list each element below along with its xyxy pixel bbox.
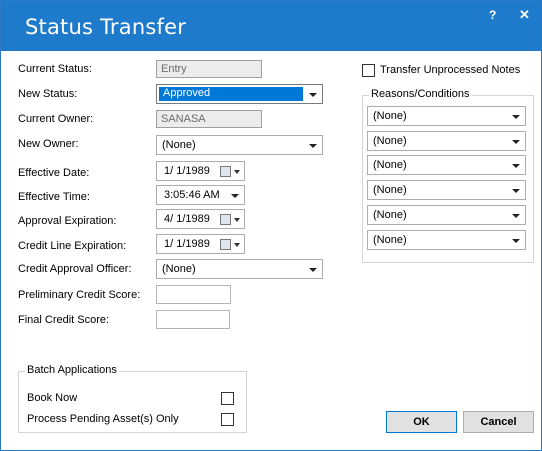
- chevron-down-icon[interactable]: [231, 194, 239, 198]
- preliminary-credit-score-label: Preliminary Credit Score:: [18, 289, 141, 301]
- effective-time-select[interactable]: 3:05:46 AM: [156, 185, 245, 205]
- reason-value: (None): [373, 234, 407, 246]
- reason-select-4[interactable]: (None): [367, 180, 526, 200]
- status-transfer-dialog: Status Transfer ? ✕ Current Status: New …: [0, 0, 542, 451]
- book-now-checkbox[interactable]: [221, 392, 234, 405]
- effective-date-label: Effective Date:: [18, 167, 90, 179]
- chevron-down-icon[interactable]: [512, 140, 520, 144]
- credit-approval-officer-label: Credit Approval Officer:: [18, 263, 132, 275]
- effective-time-value: 3:05:46 AM: [164, 189, 220, 201]
- preliminary-credit-score-input[interactable]: [156, 285, 231, 304]
- new-owner-value: (None): [162, 139, 196, 151]
- approval-expiration-picker[interactable]: 4/ 1/1989: [156, 209, 245, 229]
- reason-select-5[interactable]: (None): [367, 205, 526, 225]
- ok-button[interactable]: OK: [386, 411, 457, 433]
- cancel-button[interactable]: Cancel: [463, 411, 534, 433]
- help-icon[interactable]: ?: [489, 8, 496, 22]
- chevron-down-icon[interactable]: [512, 214, 520, 218]
- chevron-down-icon[interactable]: [234, 170, 240, 174]
- new-status-value: Approved: [163, 87, 211, 99]
- chevron-down-icon[interactable]: [309, 268, 317, 272]
- batch-applications-legend: Batch Applications: [25, 364, 119, 376]
- reason-select-1[interactable]: (None): [367, 106, 526, 126]
- effective-date-picker[interactable]: 1/ 1/1989: [156, 161, 245, 181]
- credit-line-expiration-picker[interactable]: 1/ 1/1989: [156, 234, 245, 254]
- current-status-field: Entry: [156, 60, 262, 78]
- chevron-down-icon[interactable]: [234, 218, 240, 222]
- dialog-title: Status Transfer: [25, 15, 187, 39]
- reason-value: (None): [373, 135, 407, 147]
- process-pending-label: Process Pending Asset(s) Only: [27, 413, 179, 425]
- reasons-conditions-legend: Reasons/Conditions: [369, 88, 472, 100]
- credit-approval-officer-value: (None): [162, 263, 196, 275]
- reason-value: (None): [373, 184, 407, 196]
- new-owner-select[interactable]: (None): [156, 135, 323, 155]
- process-pending-checkbox[interactable]: [221, 413, 234, 426]
- current-owner-label: Current Owner:: [18, 113, 94, 125]
- reason-select-3[interactable]: (None): [367, 155, 526, 175]
- close-icon[interactable]: ✕: [519, 7, 530, 23]
- new-status-select[interactable]: Approved: [156, 84, 323, 104]
- credit-line-expiration-value: 1/ 1/1989: [164, 238, 210, 250]
- new-owner-label: New Owner:: [18, 138, 79, 150]
- approval-expiration-label: Approval Expiration:: [18, 215, 117, 227]
- new-status-label: New Status:: [18, 88, 78, 100]
- effective-date-value: 1/ 1/1989: [164, 165, 210, 177]
- book-now-label: Book Now: [27, 392, 78, 404]
- chevron-down-icon[interactable]: [309, 144, 317, 148]
- final-credit-score-input[interactable]: [156, 310, 230, 329]
- reason-select-6[interactable]: (None): [367, 230, 526, 250]
- transfer-notes-label: Transfer Unprocessed Notes: [380, 64, 521, 76]
- approval-expiration-value: 4/ 1/1989: [164, 213, 210, 225]
- chevron-down-icon[interactable]: [512, 115, 520, 119]
- credit-line-expiration-label: Credit Line Expiration:: [18, 240, 127, 252]
- title-bar: Status Transfer ? ✕: [1, 1, 541, 51]
- effective-time-label: Effective Time:: [18, 191, 90, 203]
- credit-approval-officer-select[interactable]: (None): [156, 259, 323, 279]
- chevron-down-icon[interactable]: [234, 243, 240, 247]
- calendar-icon[interactable]: [220, 166, 231, 177]
- reason-value: (None): [373, 209, 407, 221]
- current-status-label: Current Status:: [18, 63, 92, 75]
- reason-value: (None): [373, 110, 407, 122]
- final-credit-score-label: Final Credit Score:: [18, 314, 110, 326]
- chevron-down-icon[interactable]: [512, 189, 520, 193]
- chevron-down-icon[interactable]: [512, 239, 520, 243]
- transfer-notes-checkbox[interactable]: [362, 64, 375, 77]
- current-owner-field: SANASA: [156, 110, 262, 128]
- reason-select-2[interactable]: (None): [367, 131, 526, 151]
- calendar-icon[interactable]: [220, 239, 231, 250]
- reason-value: (None): [373, 159, 407, 171]
- chevron-down-icon[interactable]: [309, 93, 317, 97]
- chevron-down-icon[interactable]: [512, 164, 520, 168]
- calendar-icon[interactable]: [220, 214, 231, 225]
